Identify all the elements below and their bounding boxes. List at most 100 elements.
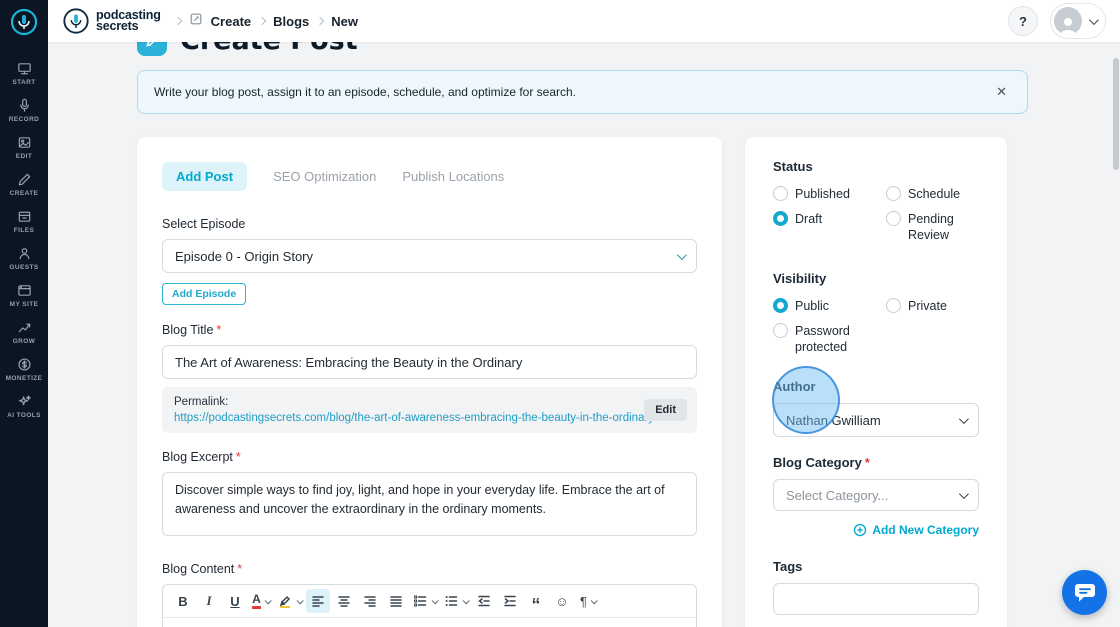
sidebar-item-label: FILES [13, 227, 35, 234]
app-logo-icon [10, 8, 38, 36]
highlight-color-button[interactable] [275, 589, 304, 613]
scrollbar-thumb[interactable] [1113, 58, 1119, 170]
chevron-down-icon [431, 596, 439, 604]
help-button[interactable]: ? [1008, 6, 1038, 36]
blog-title-label: Blog Title * [162, 323, 222, 337]
brand-logo[interactable]: podcasting secrets [62, 7, 161, 35]
horizontal-rule-button[interactable] [275, 622, 299, 627]
sidebar-item-record[interactable]: RECORD [0, 92, 48, 129]
required-mark: * [237, 562, 243, 576]
radio-pending-review[interactable]: Pending Review [886, 211, 979, 243]
guests-icon [17, 245, 32, 261]
user-menu[interactable] [1050, 3, 1106, 39]
sidebar-item-label: MONETIZE [5, 375, 43, 382]
breadcrumb-new[interactable]: New [331, 14, 358, 29]
scrollbar [1113, 42, 1119, 627]
chevron-down-icon [1088, 14, 1099, 25]
video-button[interactable] [223, 622, 247, 627]
tab-seo-optimization[interactable]: SEO Optimization [273, 162, 376, 191]
blockquote-button[interactable]: “ [524, 589, 548, 614]
microphone-icon [17, 97, 32, 113]
required-mark: * [235, 450, 241, 464]
sidebar-item-ai-tools[interactable]: AI TOOLS [0, 388, 48, 425]
chevron-down-icon [958, 488, 969, 499]
radio-password-protected[interactable]: Password protected [773, 323, 882, 355]
edit-permalink-button[interactable]: Edit [644, 399, 687, 421]
emoji-button[interactable]: ☺ [550, 589, 574, 613]
brand-icon [63, 8, 89, 34]
sidebar-item-create[interactable]: CREATE [0, 166, 48, 203]
ordered-list-button[interactable] [410, 589, 439, 613]
radio-published[interactable]: Published [773, 186, 882, 202]
blog-content-label: Blog Content * [162, 562, 243, 576]
chevron-down-icon [958, 413, 969, 424]
sidebar-item-guests[interactable]: GUESTS [0, 240, 48, 277]
chat-widget-button[interactable] [1062, 570, 1107, 615]
category-select[interactable]: Select Category... [773, 479, 979, 511]
align-left-button[interactable] [306, 589, 330, 613]
sidebar-item-start[interactable]: START [0, 55, 48, 92]
editor-toolbar-row2 [163, 617, 696, 627]
tab-add-post[interactable]: Add Post [162, 162, 248, 191]
paragraph-format-button[interactable]: ¶ [576, 589, 600, 613]
breadcrumb-blogs[interactable]: Blogs [273, 14, 309, 29]
status-options: Published Schedule Draft Pending Review [773, 186, 979, 243]
tags-heading: Tags [773, 559, 803, 574]
tags-input[interactable] [773, 583, 979, 615]
sidebar-item-monetize[interactable]: MONETIZE [0, 351, 48, 388]
required-mark: * [216, 323, 222, 337]
code-view-button[interactable] [301, 622, 325, 627]
radio-private[interactable]: Private [886, 298, 979, 314]
outdent-button[interactable] [472, 589, 496, 613]
sidebar-item-label: CREATE [9, 190, 39, 197]
chevron-down-icon [296, 596, 304, 604]
text-color-button[interactable]: A [249, 589, 273, 613]
radio-public[interactable]: Public [773, 298, 882, 314]
required-mark: * [864, 456, 870, 470]
radio-icon [773, 186, 788, 201]
blog-title-input[interactable] [162, 345, 697, 379]
bullet-list-button[interactable] [441, 589, 470, 613]
post-form-card: Add Post SEO Optimization Publish Locati… [137, 137, 722, 627]
image-button[interactable] [197, 622, 221, 627]
add-new-category-link[interactable]: Add New Category [773, 523, 979, 537]
sidebar-item-edit[interactable]: EDIT [0, 129, 48, 166]
header: podcasting secrets Create Blogs New ? [48, 0, 1120, 42]
app-logo[interactable] [9, 7, 39, 42]
close-icon[interactable]: ✕ [992, 82, 1011, 102]
create-section-icon [189, 12, 203, 31]
underline-button[interactable]: U [223, 589, 247, 613]
episode-select[interactable]: Episode 0 - Origin Story [162, 239, 697, 273]
indent-button[interactable] [498, 589, 522, 613]
sidebar: START RECORD EDIT CREATE FILES GUESTS MY… [0, 0, 48, 627]
sidebar-item-grow[interactable]: GROW [0, 314, 48, 351]
breadcrumb: Create Blogs New [173, 12, 1008, 31]
add-episode-button[interactable]: Add Episode [162, 283, 247, 305]
align-justify-button[interactable] [384, 589, 408, 613]
author-select[interactable]: Nathan Gwilliam [773, 403, 979, 437]
permalink-box: Permalink: https://podcastingsecrets.com… [162, 387, 697, 433]
files-icon [17, 208, 32, 224]
sidebar-item-label: EDIT [15, 153, 33, 160]
radio-schedule[interactable]: Schedule [886, 186, 979, 202]
sidebar-item-my-site[interactable]: MY SITE [0, 277, 48, 314]
blog-excerpt-input[interactable]: Discover simple ways to find joy, light,… [162, 472, 697, 536]
link-button[interactable] [171, 622, 195, 627]
radio-draft[interactable]: Draft [773, 211, 882, 243]
sidebar-item-label: GUESTS [9, 264, 39, 271]
browser-window-icon [17, 282, 32, 298]
tab-bar: Add Post SEO Optimization Publish Locati… [162, 162, 697, 191]
italic-button[interactable]: I [197, 589, 221, 613]
author-select-value: Nathan Gwilliam [786, 412, 881, 428]
breadcrumb-create[interactable]: Create [211, 14, 251, 29]
sidebar-item-files[interactable]: FILES [0, 203, 48, 240]
select-episode-label: Select Episode [162, 217, 246, 231]
permalink-link[interactable]: https://podcastingsecrets.com/blog/the-a… [174, 412, 654, 424]
align-center-button[interactable] [332, 589, 356, 613]
sidebar-item-label: MY SITE [9, 301, 39, 308]
bold-button[interactable]: B [171, 589, 195, 613]
fullscreen-button[interactable] [327, 622, 351, 627]
align-right-button[interactable] [358, 589, 382, 613]
tab-publish-locations[interactable]: Publish Locations [402, 162, 504, 191]
table-button[interactable] [249, 622, 273, 627]
